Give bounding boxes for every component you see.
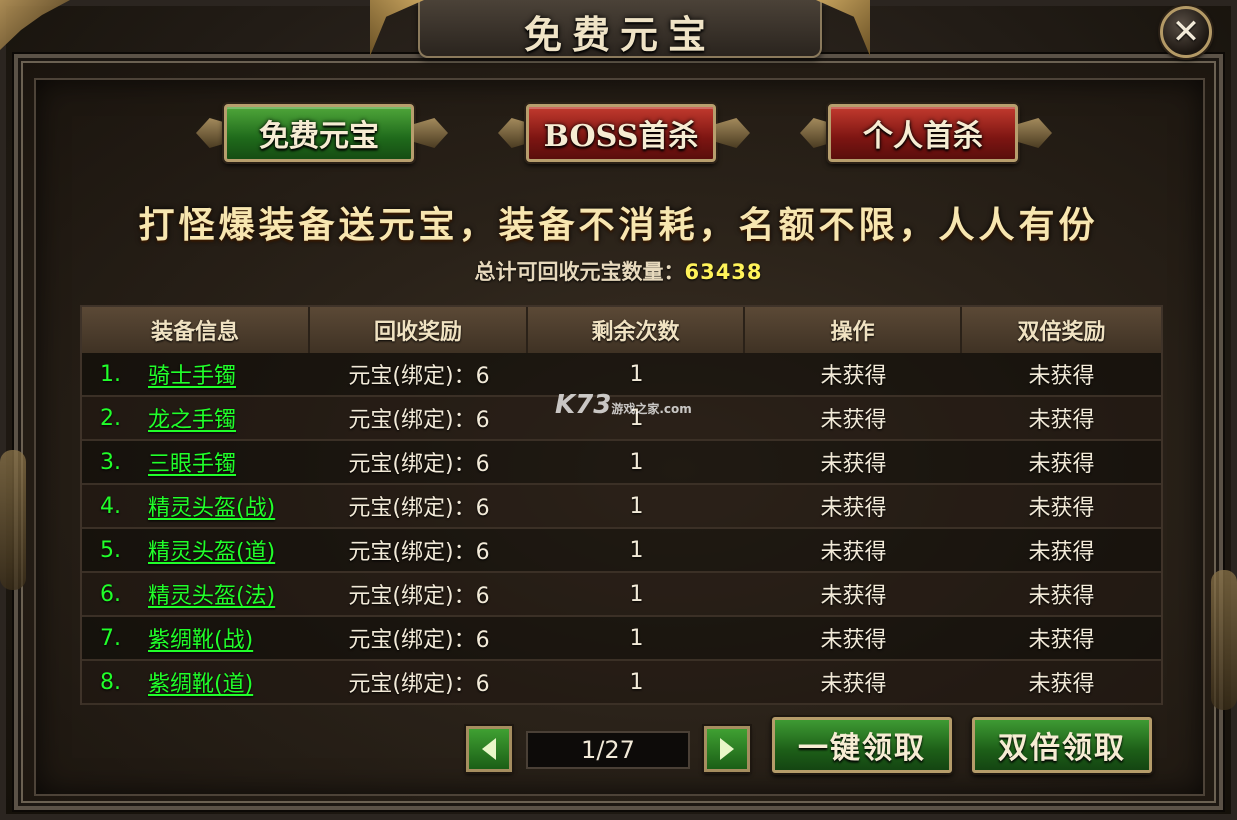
tab-personal-first-kill[interactable]: 个人首杀 xyxy=(828,104,1018,162)
equipment-link[interactable]: 精灵头盔(法) xyxy=(148,578,275,610)
cell-double-reward: 未获得 xyxy=(1028,408,1095,433)
header-recycle-reward: 回收奖励 xyxy=(310,307,528,353)
equipment-link[interactable]: 龙之手镯 xyxy=(148,402,236,434)
table-header: 装备信息 回收奖励 剩余次数 操作 双倍奖励 xyxy=(82,307,1161,353)
cell-double-reward: 未获得 xyxy=(1028,628,1095,653)
cell-operation: 未获得 xyxy=(820,408,887,433)
cell-double-reward: 未获得 xyxy=(1028,584,1095,609)
cell-equipment-info: 6. 精灵头盔(法) xyxy=(82,573,310,615)
arrow-right-icon xyxy=(720,738,734,760)
cell-recycle-reward: 元宝(绑定)：6 xyxy=(348,672,490,697)
cell-double-reward: 未获得 xyxy=(1028,452,1095,477)
row-index: 7. xyxy=(100,625,121,651)
site-watermark: K73游戏之家.com xyxy=(555,390,692,420)
row-index: 2. xyxy=(100,405,121,431)
cell-recycle-reward: 元宝(绑定)：6 xyxy=(348,452,490,477)
arrow-left-icon xyxy=(482,738,496,760)
total-label: 总计可回收元宝数量： xyxy=(474,260,685,284)
cell-recycle-reward: 元宝(绑定)：6 xyxy=(348,496,490,521)
cell-recycle-reward: 元宝(绑定)：6 xyxy=(348,540,490,565)
header-equipment-info: 装备信息 xyxy=(82,307,310,353)
cell-recycle-reward: 元宝(绑定)：6 xyxy=(348,628,490,653)
cell-operation: 未获得 xyxy=(820,364,887,389)
cell-operation: 未获得 xyxy=(820,584,887,609)
cell-double-reward: 未获得 xyxy=(1028,364,1095,389)
cell-equipment-info: 1. 骑士手镯 xyxy=(82,353,310,395)
page-indicator: 1/27 xyxy=(526,731,690,769)
row-index: 8. xyxy=(100,669,121,695)
side-ornament-right xyxy=(1211,570,1237,710)
cell-equipment-info: 2. 龙之手镯 xyxy=(82,397,310,439)
event-slogan: 打怪爆装备送元宝，装备不消耗，名额不限，人人有份 xyxy=(138,204,1099,246)
equipment-table: 装备信息 回收奖励 剩余次数 操作 双倍奖励 1. 骑士手镯 元宝(绑定)：6 1 未获… xyxy=(80,305,1163,705)
next-page-button[interactable] xyxy=(704,726,750,772)
equipment-link[interactable]: 骑士手镯 xyxy=(148,358,236,390)
table-row: 4. 精灵头盔(战) 元宝(绑定)：6 1 未获得 未获得 xyxy=(82,485,1161,529)
claim-double-button[interactable]: 双倍领取 xyxy=(972,717,1152,773)
total-recyclable: 总计可回收元宝数量：63438 xyxy=(0,256,1237,286)
equipment-link[interactable]: 紫绸靴(道) xyxy=(148,666,253,698)
close-icon: ✕ xyxy=(1171,12,1201,52)
cell-operation: 未获得 xyxy=(820,496,887,521)
close-button[interactable]: ✕ xyxy=(1160,6,1212,58)
row-index: 1. xyxy=(100,361,121,387)
cell-remaining: 1 xyxy=(629,449,644,475)
cell-recycle-reward: 元宝(绑定)：6 xyxy=(348,364,490,389)
cell-remaining: 1 xyxy=(629,361,644,387)
cell-double-reward: 未获得 xyxy=(1028,496,1095,521)
equipment-link[interactable]: 三眼手镯 xyxy=(148,446,236,478)
cell-equipment-info: 5. 精灵头盔(道) xyxy=(82,529,310,571)
cell-equipment-info: 3. 三眼手镯 xyxy=(82,441,310,483)
cell-operation: 未获得 xyxy=(820,540,887,565)
table-row: 8. 紫绸靴(道) 元宝(绑定)：6 1 未获得 未获得 xyxy=(82,661,1161,705)
cell-equipment-info: 4. 精灵头盔(战) xyxy=(82,485,310,527)
header-double-reward: 双倍奖励 xyxy=(962,307,1161,353)
side-ornament-left xyxy=(0,450,26,590)
cell-remaining: 1 xyxy=(629,669,644,695)
cell-operation: 未获得 xyxy=(820,672,887,697)
prev-page-button[interactable] xyxy=(466,726,512,772)
cell-equipment-info: 8. 紫绸靴(道) xyxy=(82,661,310,703)
table-row: 5. 精灵头盔(道) 元宝(绑定)：6 1 未获得 未获得 xyxy=(82,529,1161,573)
cell-remaining: 1 xyxy=(629,493,644,519)
watermark-sub: 游戏之家 xyxy=(611,402,660,416)
row-index: 4. xyxy=(100,493,121,519)
header-operation: 操作 xyxy=(745,307,962,353)
window-title: 免费元宝 xyxy=(523,12,716,57)
row-index: 6. xyxy=(100,581,121,607)
equipment-link[interactable]: 精灵头盔(道) xyxy=(148,534,275,566)
watermark-domain: .com xyxy=(659,402,692,416)
row-index: 5. xyxy=(100,537,121,563)
table-row: 7. 紫绸靴(战) 元宝(绑定)：6 1 未获得 未获得 xyxy=(82,617,1161,661)
equipment-link[interactable]: 紫绸靴(战) xyxy=(148,622,253,654)
cell-double-reward: 未获得 xyxy=(1028,672,1095,697)
cell-equipment-info: 7. 紫绸靴(战) xyxy=(82,617,310,659)
table-row: 3. 三眼手镯 元宝(绑定)：6 1 未获得 未获得 xyxy=(82,441,1161,485)
cell-remaining: 1 xyxy=(629,625,644,651)
claim-all-button[interactable]: 一键领取 xyxy=(772,717,952,773)
table-row: 6. 精灵头盔(法) 元宝(绑定)：6 1 未获得 未获得 xyxy=(82,573,1161,617)
equipment-link[interactable]: 精灵头盔(战) xyxy=(148,490,275,522)
cell-operation: 未获得 xyxy=(820,452,887,477)
header-remaining: 剩余次数 xyxy=(528,307,745,353)
tab-boss-first-kill[interactable]: BOSS首杀 xyxy=(526,104,716,162)
cell-remaining: 1 xyxy=(629,581,644,607)
cell-remaining: 1 xyxy=(629,537,644,563)
tab-free-yuanbao[interactable]: 免费元宝 xyxy=(224,104,414,162)
cell-operation: 未获得 xyxy=(820,628,887,653)
cell-double-reward: 未获得 xyxy=(1028,540,1095,565)
row-index: 3. xyxy=(100,449,121,475)
cell-recycle-reward: 元宝(绑定)：6 xyxy=(348,584,490,609)
watermark-brand: K73 xyxy=(555,390,612,420)
title-plate: 免费元宝 xyxy=(418,0,822,58)
total-value: 63438 xyxy=(684,260,763,284)
cell-recycle-reward: 元宝(绑定)：6 xyxy=(348,408,490,433)
